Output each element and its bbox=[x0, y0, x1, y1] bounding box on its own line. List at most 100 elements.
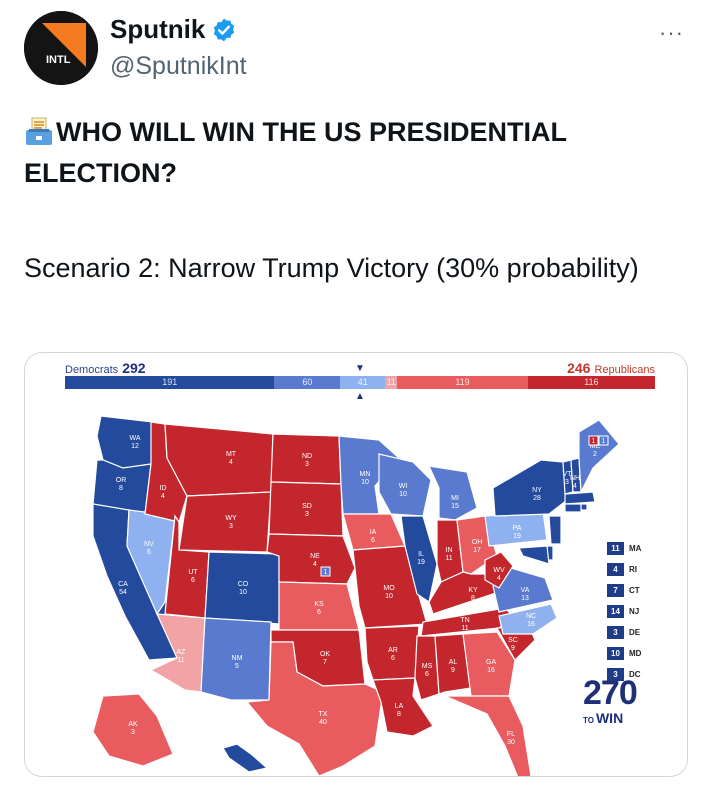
state-ev: 13 bbox=[521, 595, 529, 602]
state-label: NE bbox=[310, 553, 320, 560]
state-label: ID bbox=[160, 485, 167, 492]
northeast-state-label: CT bbox=[629, 586, 640, 595]
arrow-down-icon: ▼ bbox=[355, 363, 365, 374]
state-ev: 3 bbox=[305, 511, 309, 518]
state-label: WY bbox=[225, 515, 237, 522]
state-ev: 10 bbox=[385, 593, 393, 600]
dem-summary: Democrats 292 bbox=[65, 360, 146, 376]
state-ev: 7 bbox=[323, 659, 327, 666]
rep-label: Republicans bbox=[594, 364, 655, 376]
rep-total: 246 bbox=[567, 360, 591, 376]
northeast-state-label: DE bbox=[629, 628, 641, 637]
state-ev: 3 bbox=[229, 523, 233, 530]
account-name[interactable]: Sputnik bbox=[110, 14, 205, 45]
northeast-state-label: RI bbox=[629, 565, 637, 574]
avatar-text: INTL bbox=[46, 54, 71, 66]
state-label: MN bbox=[360, 471, 371, 478]
state-ev: 11 bbox=[445, 555, 452, 562]
state-ev: 6 bbox=[147, 549, 151, 556]
state-label: AZ bbox=[177, 649, 187, 656]
northeast-ev-box: 10 bbox=[607, 647, 624, 660]
state-ev: 4 bbox=[229, 459, 233, 466]
state-ev: 3 bbox=[305, 461, 309, 468]
state-ev: 6 bbox=[191, 577, 195, 584]
northeast-state-label: MA bbox=[629, 544, 642, 553]
state-ev: 8 bbox=[397, 711, 401, 718]
ev-bar-segment: 119 bbox=[397, 376, 528, 389]
ev-bar-segment: 191 bbox=[65, 376, 275, 389]
ev-bar-segment: 60 bbox=[274, 376, 341, 389]
state-ev: 3 bbox=[565, 479, 569, 486]
state-label: TX bbox=[319, 711, 328, 718]
state-ev: 28 bbox=[533, 495, 541, 502]
state-ev: 12 bbox=[131, 443, 139, 450]
state-ev: 3 bbox=[131, 729, 135, 736]
dem-total: 292 bbox=[122, 360, 146, 376]
state-ev: 40 bbox=[319, 719, 327, 726]
logo-win: WIN bbox=[595, 710, 624, 726]
ev-summary: Democrats 292 ▼ 246 Republicans bbox=[65, 360, 655, 376]
state-label: MI bbox=[451, 495, 459, 502]
logo-number: 270 bbox=[583, 674, 638, 712]
state-ev: 6 bbox=[425, 671, 429, 678]
state-ct bbox=[564, 503, 582, 513]
northeast-row: 14 NJ bbox=[607, 601, 667, 622]
state-label: FL bbox=[507, 731, 515, 738]
state-hi bbox=[222, 743, 269, 773]
state-label: SD bbox=[302, 503, 312, 510]
state-label: OK bbox=[320, 651, 330, 658]
northeast-row: 3 DE bbox=[607, 622, 667, 643]
state-label: MS bbox=[422, 663, 433, 670]
state-ev: 10 bbox=[239, 589, 247, 596]
state-ev: 10 bbox=[399, 491, 407, 498]
state-label: OR bbox=[116, 477, 127, 484]
state-label: AL bbox=[449, 659, 458, 666]
dem-label: Democrats bbox=[65, 364, 119, 376]
state-ev: 16 bbox=[487, 667, 495, 674]
state-label: ND bbox=[302, 453, 312, 460]
state-label: LA bbox=[395, 703, 404, 710]
state-label: CO bbox=[238, 581, 249, 588]
state-ev: 9 bbox=[511, 645, 515, 652]
state-label: WA bbox=[129, 435, 140, 442]
map-image-card[interactable]: Democrats 292 ▼ 246 Republicans 191 60 41 11 1… bbox=[24, 352, 688, 777]
state-label: CA bbox=[118, 581, 128, 588]
state-ev: 5 bbox=[235, 663, 239, 670]
state-ny bbox=[492, 459, 568, 517]
state-ma bbox=[564, 491, 596, 505]
state-label: PA bbox=[513, 525, 522, 532]
state-ev: 19 bbox=[513, 533, 521, 540]
state-label: KS bbox=[314, 601, 324, 608]
state-label: NY bbox=[532, 487, 542, 494]
state-label: MO bbox=[383, 585, 395, 592]
state-ev: 54 bbox=[119, 589, 127, 596]
state-ev: 4 bbox=[573, 483, 577, 490]
state-ev: 9 bbox=[451, 667, 455, 674]
state-wa bbox=[96, 415, 154, 469]
northeast-ev-box: 11 bbox=[607, 542, 624, 555]
state-label: AR bbox=[388, 647, 398, 654]
state-label: NV bbox=[144, 541, 154, 548]
state-label: MT bbox=[226, 451, 237, 458]
state-ev: 17 bbox=[473, 547, 481, 554]
more-options-icon[interactable]: ··· bbox=[659, 20, 684, 46]
rep-summary: 246 Republicans bbox=[567, 360, 655, 376]
state-label: TN bbox=[460, 617, 469, 624]
logo-to: TO bbox=[583, 716, 594, 725]
northeast-row: 10 MD bbox=[607, 643, 667, 664]
account-name-row[interactable]: Sputnik bbox=[110, 14, 237, 45]
state-md bbox=[518, 545, 550, 565]
us-states-map: WA12OR8CA54NV6ID4MT4WY3UT6AZ11CO10NM5ND3… bbox=[92, 415, 620, 776]
northeast-list: 11 MA 4 RI 7 CT 14 NJ 3 DE 10 MD 3 DC bbox=[607, 538, 667, 685]
sputnik-avatar[interactable]: INTL bbox=[24, 11, 98, 85]
nebraska-district-label: 1 bbox=[324, 569, 328, 576]
state-mt bbox=[164, 423, 274, 497]
northeast-ev-box: 4 bbox=[607, 563, 624, 576]
state-label: IL bbox=[418, 551, 424, 558]
account-handle[interactable]: @SputnikInt bbox=[110, 52, 247, 81]
northeast-ev-box: 14 bbox=[607, 605, 624, 618]
ev-bar-segment: 41 bbox=[340, 376, 386, 389]
northeast-ev-box: 7 bbox=[607, 584, 624, 597]
state-ev: 11 bbox=[461, 625, 468, 632]
state-label: IN bbox=[446, 547, 453, 554]
